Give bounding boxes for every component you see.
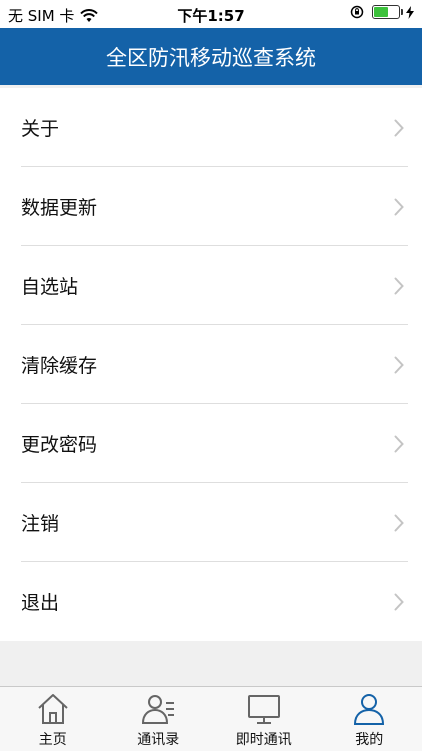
settings-menu: 关于 数据更新 自选站 清除缓存 更改密码 注销 退出: [0, 88, 422, 641]
monitor-icon: [246, 691, 282, 727]
tab-label: 通讯录: [106, 729, 212, 749]
user-icon: [351, 691, 387, 727]
chevron-right-icon: [394, 435, 404, 453]
chevron-right-icon: [394, 356, 404, 374]
menu-item-exit[interactable]: 退出: [0, 562, 422, 641]
menu-item-label: 清除缓存: [21, 351, 97, 378]
status-right: [350, 5, 414, 19]
menu-item-label: 关于: [21, 114, 59, 141]
tab-label: 主页: [0, 729, 106, 749]
chevron-right-icon: [394, 514, 404, 532]
status-bar: 无 SIM 卡 下午1:57: [0, 0, 422, 28]
charging-icon: [406, 6, 414, 19]
tab-label: 我的: [317, 729, 422, 749]
tab-bar: 主页 通讯录 即时通讯 我的: [0, 686, 422, 751]
menu-item-clear-cache[interactable]: 清除缓存: [0, 325, 422, 404]
menu-item-label: 自选站: [21, 272, 78, 299]
battery-icon: [372, 5, 400, 19]
tab-mine[interactable]: 我的: [317, 687, 422, 751]
menu-item-label: 退出: [21, 588, 59, 615]
menu-item-change-password[interactable]: 更改密码: [0, 404, 422, 483]
menu-item-custom-stations[interactable]: 自选站: [0, 246, 422, 325]
menu-item-label: 注销: [21, 509, 59, 536]
chevron-right-icon: [394, 198, 404, 216]
tab-home[interactable]: 主页: [0, 687, 106, 751]
menu-item-data-update[interactable]: 数据更新: [0, 167, 422, 246]
menu-item-label: 更改密码: [21, 430, 97, 457]
tab-contacts[interactable]: 通讯录: [106, 687, 212, 751]
chevron-right-icon: [394, 593, 404, 611]
menu-item-about[interactable]: 关于: [0, 88, 422, 167]
orientation-lock-icon: [350, 5, 364, 19]
app-header: 全区防汛移动巡查系统: [0, 28, 422, 85]
menu-item-logout[interactable]: 注销: [0, 483, 422, 562]
menu-item-label: 数据更新: [21, 193, 97, 220]
chevron-right-icon: [394, 277, 404, 295]
contacts-icon: [140, 691, 176, 727]
tab-label: 即时通讯: [211, 729, 317, 749]
tab-instant-messaging[interactable]: 即时通讯: [211, 687, 317, 751]
chevron-right-icon: [394, 119, 404, 137]
page-title: 全区防汛移动巡查系统: [106, 42, 316, 72]
home-icon: [35, 691, 71, 727]
